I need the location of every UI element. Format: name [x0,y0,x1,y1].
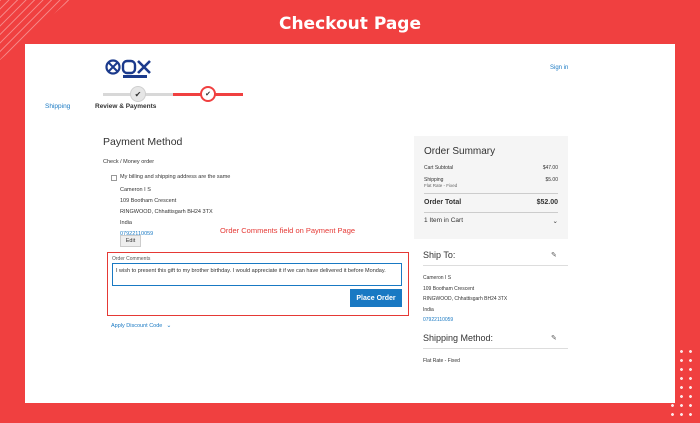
edit-address-button[interactable]: Edit [120,235,141,247]
step-review-check-icon: ✔ [200,86,216,102]
chevron-down-icon[interactable]: ⌄ [553,217,558,225]
shipping-method-value: Flat Rate - Fixed [423,358,460,364]
edit-pencil-icon[interactable]: ✎ [551,251,557,259]
cart-subtotal-value: $47.00 [542,165,558,171]
shipping-value: $5.00 [545,177,558,183]
order-total-value: $52.00 [536,199,558,206]
shipping-method-note: Flat Rate - Fixed [424,183,458,188]
same-address-label[interactable]: My billing and shipping address are the … [120,174,230,180]
items-in-cart-toggle[interactable]: 1 Item in Cart ⌄ [424,217,558,225]
place-order-button[interactable]: Place Order [350,289,402,307]
payment-method-option[interactable]: Check / Money order [103,159,154,165]
cart-subtotal-label: Cart Subtotal [424,165,454,171]
ship-country: India [423,306,434,313]
checkout-card: Sign in ✔ ✔ Shipping Review & Payments P… [25,44,675,403]
apply-discount-link[interactable]: Apply Discount Code ⌄ [111,322,171,329]
billing-country: India [120,220,132,226]
step-review-label: Review & Payments [95,103,157,110]
ship-to-address: Cameron I S 109 Bootham Crescent RINGWOO… [423,273,507,326]
checkout-progress: ✔ ✔ [103,86,243,116]
sign-in-link[interactable]: Sign in [550,65,568,71]
ship-to-divider [423,265,568,266]
order-comments-field[interactable]: I wish to present this gift to my brothe… [112,263,402,286]
ship-phone[interactable]: 07922110059 [423,315,507,326]
shipping-method-title: Shipping Method: [423,333,494,343]
billing-name: Cameron I S [120,187,151,193]
apply-discount-label[interactable]: Apply Discount Code [111,323,162,329]
billing-address: Cameron I S 109 Bootham Crescent RINGWOO… [120,185,213,240]
cart-subtotal-row: Cart Subtotal $47.00 [424,165,558,171]
billing-street: 109 Bootham Crescent [120,198,177,204]
annotation-text: Order Comments field on Payment Page [220,226,356,235]
edit-pencil-icon[interactable]: ✎ [551,334,557,342]
same-address-checkbox[interactable] [111,175,117,181]
chevron-down-icon[interactable]: ⌄ [166,322,171,329]
items-in-cart-label[interactable]: 1 Item in Cart [424,217,463,225]
banner-title: Checkout Page [278,14,422,34]
order-total-label: Order Total [424,199,462,206]
order-summary: Order Summary Cart Subtotal $47.00 Shipp… [414,136,568,239]
ship-name: Cameron I S [423,275,452,281]
order-comments-highlight: Order Comments I wish to present this gi… [107,252,409,316]
step-shipping-label[interactable]: Shipping [45,103,70,110]
payment-method-title: Payment Method [103,136,183,148]
billing-city: RINGWOOD, Chhattisgarh BH24 3TX [120,209,213,215]
order-comments-label: Order Comments [112,256,151,262]
summary-divider [424,212,558,213]
ship-city: RINGWOOD, Chhattisgarh BH24 3TX [423,296,508,302]
step-shipping-check-icon[interactable]: ✔ [130,86,146,102]
ship-street: 109 Bootham Crescent [423,285,475,292]
summary-divider [424,193,558,194]
store-logo [105,59,151,78]
shipping-method-divider [423,348,568,349]
order-summary-title: Order Summary [424,146,496,157]
ship-to-title: Ship To: [423,250,456,260]
order-total-row: Order Total $52.00 [424,199,558,206]
